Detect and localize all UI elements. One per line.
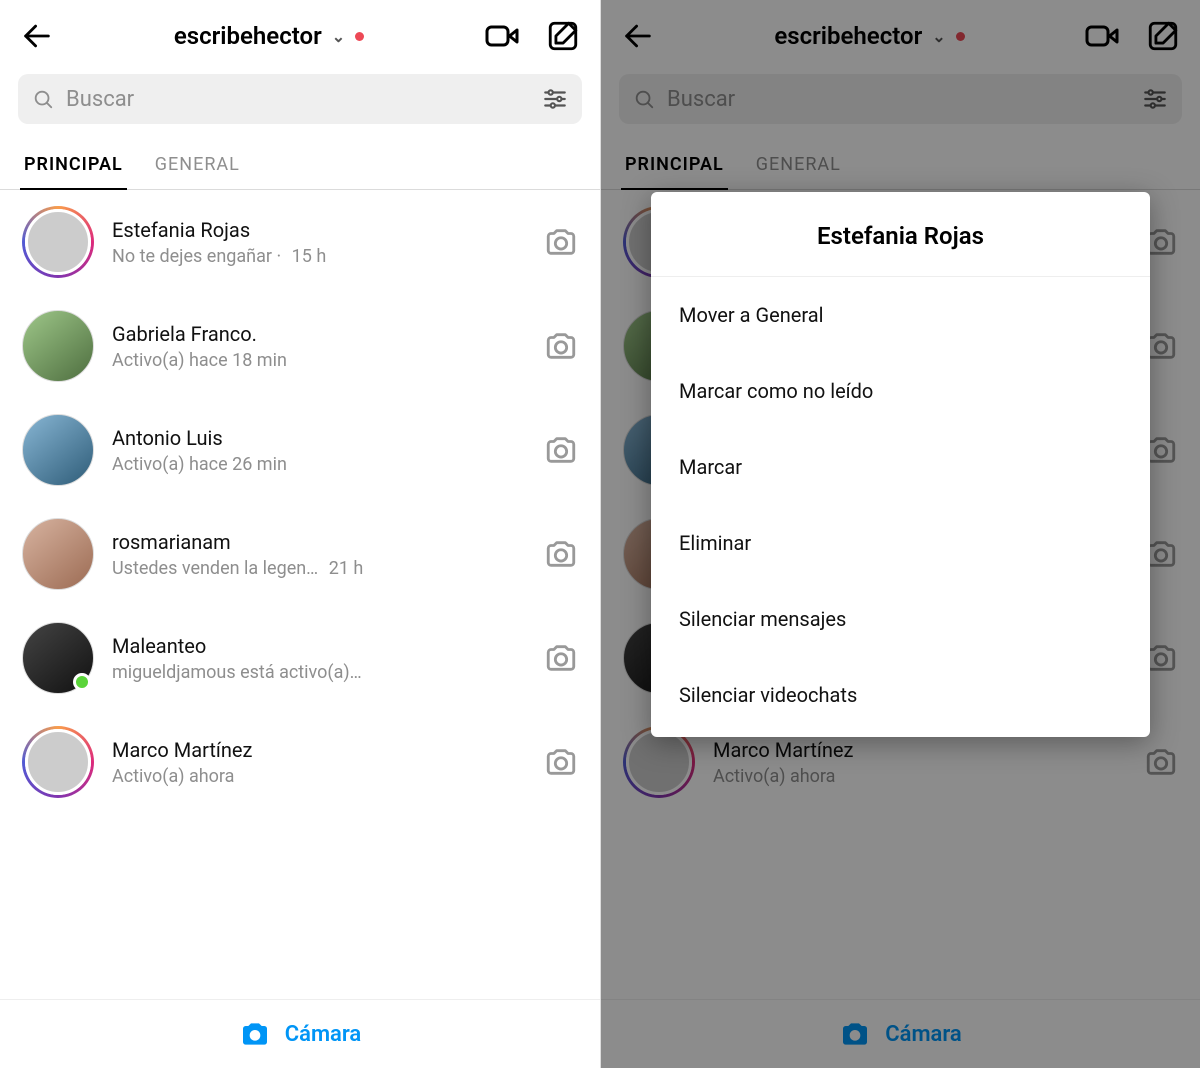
- video-call-icon[interactable]: [484, 18, 520, 54]
- chat-name: Estefania Rojas: [112, 218, 526, 242]
- option-flag[interactable]: Marcar: [651, 429, 1150, 505]
- camera-icon[interactable]: [544, 329, 578, 363]
- chat-row[interactable]: Gabriela Franco. Activo(a) hace 18 min: [0, 294, 600, 398]
- search-icon: [32, 88, 54, 110]
- back-icon[interactable]: [20, 19, 54, 53]
- search-input[interactable]: Buscar: [18, 74, 582, 124]
- chat-row[interactable]: Estefania Rojas No te dejes engañar · 15…: [0, 190, 600, 294]
- chat-text: Gabriela Franco. Activo(a) hace 18 min: [112, 322, 526, 371]
- chat-name: rosmarianam: [112, 530, 526, 554]
- camera-fill-icon: [239, 1018, 271, 1050]
- camera-icon[interactable]: [544, 537, 578, 571]
- notification-dot: [355, 32, 364, 41]
- camera-icon[interactable]: [544, 745, 578, 779]
- search-row: Buscar: [0, 68, 600, 136]
- chat-text: Antonio Luis Activo(a) hace 26 min: [112, 426, 526, 475]
- chat-name: Maleanteo: [112, 634, 526, 658]
- chat-text: rosmarianam Ustedes venden la legen… 21 …: [112, 530, 526, 579]
- sheet-title: Estefania Rojas: [651, 192, 1150, 277]
- avatar[interactable]: [22, 206, 94, 278]
- option-move-general[interactable]: Mover a General: [651, 277, 1150, 353]
- camera-icon[interactable]: [544, 433, 578, 467]
- chat-subtitle: migueldjamous está activo(a)…: [112, 662, 526, 683]
- avatar[interactable]: [22, 518, 94, 590]
- tab-general[interactable]: GENERAL: [153, 144, 242, 189]
- chat-text: Estefania Rojas No te dejes engañar · 15…: [112, 218, 526, 267]
- chevron-down-icon: ⌄: [332, 27, 345, 46]
- chat-subtitle: Ustedes venden la legen… 21 h: [112, 558, 526, 579]
- avatar[interactable]: [22, 414, 94, 486]
- filter-icon[interactable]: [542, 86, 568, 112]
- chat-list: Estefania Rojas No te dejes engañar · 15…: [0, 190, 600, 999]
- chat-text: Maleanteo migueldjamous está activo(a)…: [112, 634, 526, 683]
- avatar[interactable]: [22, 622, 94, 694]
- tab-principal[interactable]: PRINCIPAL: [22, 144, 125, 189]
- chat-action-sheet: Estefania Rojas Mover a General Marcar c…: [651, 192, 1150, 737]
- chat-text: Marco Martínez Activo(a) ahora: [112, 738, 526, 787]
- inbox-tabs: PRINCIPAL GENERAL: [0, 136, 600, 190]
- topbar: escribehector ⌄: [0, 0, 600, 68]
- chat-row[interactable]: Maleanteo migueldjamous está activo(a)…: [0, 606, 600, 710]
- camera-icon[interactable]: [544, 641, 578, 675]
- option-mark-unread[interactable]: Marcar como no leído: [651, 353, 1150, 429]
- account-switcher[interactable]: escribehector ⌄: [174, 22, 364, 50]
- avatar[interactable]: [22, 310, 94, 382]
- camera-icon[interactable]: [544, 225, 578, 259]
- chat-subtitle: No te dejes engañar · 15 h: [112, 246, 526, 267]
- chat-name: Marco Martínez: [112, 738, 526, 762]
- option-delete[interactable]: Eliminar: [651, 505, 1150, 581]
- camera-label: Cámara: [285, 1022, 362, 1047]
- avatar[interactable]: [22, 726, 94, 798]
- chat-row[interactable]: Antonio Luis Activo(a) hace 26 min: [0, 398, 600, 502]
- chat-row[interactable]: rosmarianam Ustedes venden la legen… 21 …: [0, 502, 600, 606]
- dm-inbox-screen: escribehector ⌄ Buscar PRINCIPAL GENERAL: [0, 0, 600, 1068]
- dm-inbox-screen-overlay: escribehector ⌄ Buscar PRINCIPAL GENERAL: [600, 0, 1200, 1068]
- chat-subtitle: Activo(a) ahora: [112, 766, 526, 787]
- search-placeholder: Buscar: [66, 87, 530, 112]
- presence-dot: [73, 673, 91, 691]
- chat-name: Gabriela Franco.: [112, 322, 526, 346]
- chat-subtitle: Activo(a) hace 26 min: [112, 454, 526, 475]
- camera-bar[interactable]: Cámara: [0, 999, 600, 1068]
- chat-row[interactable]: Marco Martínez Activo(a) ahora: [0, 710, 600, 814]
- chat-subtitle: Activo(a) hace 18 min: [112, 350, 526, 371]
- username: escribehector: [174, 22, 322, 50]
- chat-name: Antonio Luis: [112, 426, 526, 450]
- option-mute-video[interactable]: Silenciar videochats: [651, 657, 1150, 733]
- option-mute-messages[interactable]: Silenciar mensajes: [651, 581, 1150, 657]
- compose-icon[interactable]: [546, 19, 580, 53]
